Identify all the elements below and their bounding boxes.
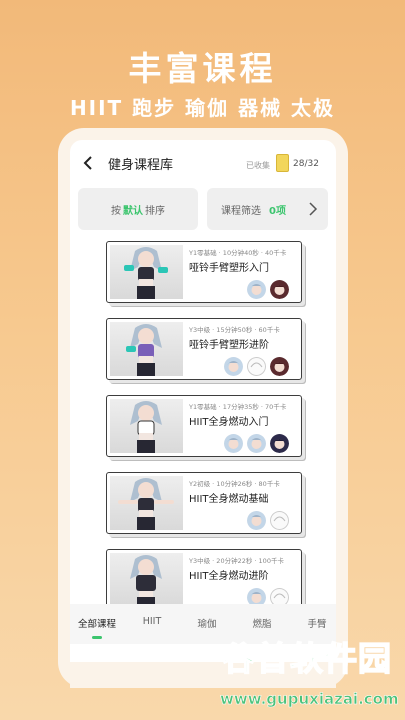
promo-title: 丰富课程 [128, 49, 277, 88]
tab-yoga[interactable]: 瑜伽 [182, 616, 232, 630]
sort-button[interactable]: 按 默认 排序 [78, 188, 198, 230]
course-thumbnail [110, 245, 183, 299]
course-name: 哑铃手臂塑形进阶 [189, 340, 269, 351]
filter-count: 0项 [269, 205, 286, 217]
course-thumbnail [110, 322, 183, 376]
course-card[interactable]: Y1零基础 · 17分钟35秒 · 70千卡 HIIT全身燃动入门 [106, 395, 302, 457]
watermark-logo-text: 谷普软件园 [221, 638, 392, 679]
course-meta: Y2初级 · 10分钟26秒 · 80千卡 [189, 480, 280, 488]
course-card[interactable]: Y1零基础 · 10分钟40秒 · 40千卡 哑铃手臂塑形入门 [106, 241, 302, 303]
filter-button[interactable]: 课程筛选 0项 [207, 188, 328, 230]
coach-avatar [247, 434, 266, 453]
course-meta: Y1零基础 · 17分钟35秒 · 70千卡 [189, 403, 287, 411]
watermark-url: www.gupuxiazai.com [220, 690, 399, 709]
course-meta: Y3中级 · 20分钟22秒 · 100千卡 [189, 557, 284, 565]
course-meta: Y1零基础 · 10分钟40秒 · 40千卡 [189, 249, 287, 257]
page-title: 健身课程库 [108, 158, 174, 173]
tab-fat-burn[interactable]: 燃脂 [237, 616, 287, 630]
tab-arm[interactable]: 手臂 [292, 616, 336, 630]
filter-label: 课程筛选 [221, 205, 261, 217]
locked-avatar [247, 357, 266, 376]
coach-avatar [270, 357, 289, 376]
promo-subtitle: HIIT 跑步 瑜伽 器械 太极 [69, 96, 336, 120]
course-card[interactable]: Y3中级 · 20分钟22秒 · 100千卡 HIIT全身燃动进阶 [106, 549, 302, 611]
chevron-right-icon [309, 202, 318, 216]
sort-value: 默认 [123, 205, 143, 217]
course-card[interactable]: Y2初级 · 10分钟26秒 · 80千卡 HIIT全身燃动基础 [106, 472, 302, 534]
course-thumbnail [110, 553, 183, 607]
coach-avatar [270, 434, 289, 453]
sort-prefix: 按 [111, 205, 121, 217]
collected-label: 已收集 [246, 161, 270, 170]
coach-avatar [224, 434, 243, 453]
active-tab-indicator [92, 636, 102, 639]
tab-all-courses[interactable]: 全部课程 [72, 616, 122, 630]
course-thumbnail [110, 399, 183, 453]
course-name: 哑铃手臂塑形入门 [189, 263, 269, 274]
sort-suffix: 排序 [145, 205, 165, 217]
card-icon [276, 154, 289, 172]
course-card[interactable]: Y3中级 · 15分钟50秒 · 60千卡 哑铃手臂塑形进阶 [106, 318, 302, 380]
coach-avatar [247, 280, 266, 299]
coach-avatar [247, 511, 266, 530]
course-name: HIIT全身燃动基础 [189, 494, 269, 505]
back-arrow-icon[interactable] [80, 155, 96, 171]
course-name: HIIT全身燃动入门 [189, 417, 269, 428]
course-thumbnail [110, 476, 183, 530]
locked-avatar [270, 511, 289, 530]
tab-hiit[interactable]: HIIT [127, 616, 177, 627]
course-name: HIIT全身燃动进阶 [189, 571, 269, 582]
app-screen: 健身课程库 已收集 28/32 按 默认 排序 课程筛选 0项 Y1零基础 · … [70, 140, 336, 662]
course-meta: Y3中级 · 15分钟50秒 · 60千卡 [189, 326, 280, 334]
header: 健身课程库 已收集 28/32 [70, 140, 336, 186]
coach-avatar [224, 357, 243, 376]
coach-avatar [270, 280, 289, 299]
collected-count: 28/32 [293, 159, 319, 169]
